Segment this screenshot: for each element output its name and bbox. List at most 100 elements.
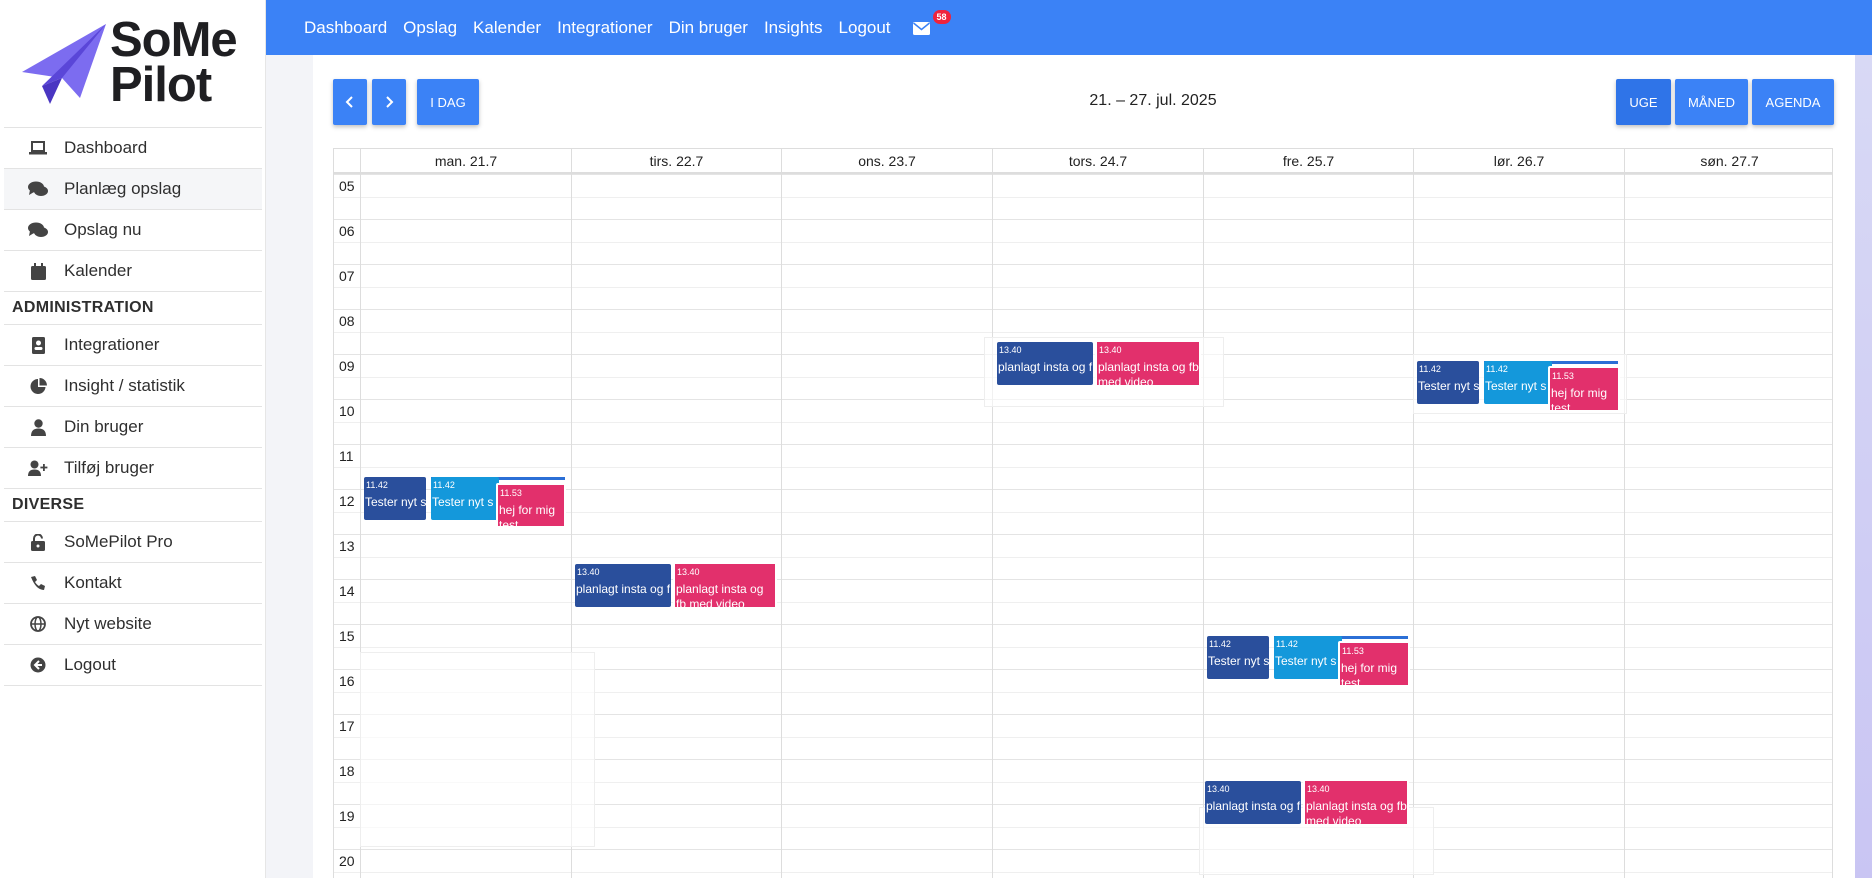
grid-line (334, 556, 1832, 558)
grid-line (334, 601, 1832, 603)
event[interactable]: 13.40 planlagt insta og fb med video (673, 562, 777, 609)
chevron-right-icon (386, 96, 394, 108)
time-grid[interactable]: 05 06 07 08 09 10 11 12 13 14 15 16 17 1… (334, 174, 1832, 878)
sidebar-item-planlaeg-opslag[interactable]: Planlæg opslag (4, 168, 262, 209)
hour-label: 16 (339, 673, 355, 689)
sidebar-item-insight[interactable]: Insight / statistik (4, 365, 262, 406)
day-column-line (1413, 174, 1414, 878)
hour-label: 12 (339, 493, 355, 509)
day-header-thu[interactable]: tors. 24.7 (992, 149, 1203, 173)
sidebar-nav: Dashboard Planlæg opslag Opslag nu Kalen… (4, 127, 262, 686)
hour-label: 06 (339, 223, 355, 239)
day-column-line (1203, 174, 1204, 878)
topnav-insights[interactable]: Insights (764, 18, 823, 38)
sidebar-item-nyt-website[interactable]: Nyt website (4, 603, 262, 644)
grid-line (334, 309, 1832, 310)
event[interactable]: 13.40 planlagt insta og f (997, 342, 1093, 385)
day-header-wed[interactable]: ons. 23.7 (781, 149, 992, 173)
sidebar-item-label: Logout (64, 655, 116, 674)
sidebar-item-opslag-nu[interactable]: Opslag nu (4, 209, 262, 250)
sidebar-item-din-bruger[interactable]: Din bruger (4, 406, 262, 447)
brand-line1: SoMe (110, 13, 238, 67)
event[interactable]: 11.53 hej for mig test (1548, 366, 1620, 412)
event[interactable]: 11.53 hej for mig test (496, 483, 566, 528)
section-diverse: DIVERSE (4, 488, 262, 521)
grid-line (334, 624, 1832, 625)
mail-badge: 58 (932, 9, 951, 24)
comments-icon (27, 221, 49, 239)
mail-button[interactable]: 58 (912, 9, 951, 36)
top-navbar: Dashboard Opslag Kalender Integrationer … (266, 0, 1872, 55)
pie-chart-icon (27, 377, 49, 395)
topnav-dashboard[interactable]: Dashboard (304, 18, 387, 38)
hour-label: 18 (339, 763, 355, 779)
event[interactable]: 11.42 Tester nyt s (1274, 636, 1342, 679)
event[interactable]: 13.40 planlagt insta og f (575, 564, 671, 607)
prev-button[interactable] (333, 79, 367, 125)
sidebar-item-logout[interactable]: Logout (4, 644, 262, 685)
event[interactable]: 13.40 planlagt insta og fb med video (1095, 340, 1201, 387)
section-administration: ADMINISTRATION (4, 291, 262, 324)
topnav-integrationer[interactable]: Integrationer (557, 18, 652, 38)
date-range-title: 21. – 27. jul. 2025 (1089, 92, 1217, 109)
arrow-left-circle-icon (27, 656, 49, 674)
grid-line (334, 219, 1832, 220)
event[interactable]: 11.42 Tester nyt s (1417, 361, 1479, 404)
event[interactable]: 11.42 Tester nyt s (1207, 636, 1269, 679)
calendar-icon (27, 262, 49, 280)
comments-icon (27, 180, 49, 198)
grid-line (334, 421, 1832, 423)
hour-label: 14 (339, 583, 355, 599)
right-gradient-strip (1855, 55, 1872, 878)
hour-label: 08 (339, 313, 355, 329)
sidebar-item-tilfoej-bruger[interactable]: Tilføj bruger (4, 447, 262, 488)
topnav-opslag[interactable]: Opslag (403, 18, 457, 38)
sidebar-item-label: Insight / statistik (64, 376, 185, 395)
topnav-logout[interactable]: Logout (839, 18, 891, 38)
user-plus-icon (27, 459, 49, 477)
event[interactable]: 13.40 planlagt insta og fb med video (1303, 779, 1409, 826)
sidebar-item-integrationer[interactable]: Integrationer (4, 324, 262, 365)
day-header-sun[interactable]: søn. 27.7 (1624, 149, 1832, 173)
event[interactable]: 11.53 hej for mig test (1338, 641, 1410, 687)
sidebar-item-kalender[interactable]: Kalender (4, 250, 262, 291)
day-header-mon[interactable]: man. 21.7 (360, 149, 571, 173)
grid-line (334, 286, 1832, 288)
event[interactable]: 11.42 Tester nyt s (431, 477, 499, 520)
sidebar-item-somepilot-pro[interactable]: SoMePilot Pro (4, 521, 262, 562)
day-column-line (781, 174, 782, 878)
grid-line (334, 174, 1832, 175)
hour-label: 13 (339, 538, 355, 554)
paper-plane-logo-icon (22, 24, 106, 104)
envelope-icon (912, 21, 930, 35)
phone-icon (27, 574, 49, 592)
sidebar-item-label: Kontakt (64, 573, 122, 592)
view-week-button[interactable]: UGE (1616, 79, 1671, 125)
grid-line (334, 534, 1832, 535)
sidebar-item-label: Tilføj bruger (64, 458, 155, 477)
event[interactable]: 11.42 Tester nyt s (1484, 361, 1552, 404)
sidebar-item-label: Kalender (64, 261, 133, 280)
sidebar-item-dashboard[interactable]: Dashboard (4, 127, 262, 168)
sidebar-item-label: Planlæg opslag (64, 179, 182, 198)
day-column-line (1624, 174, 1625, 878)
sidebar-item-kontakt[interactable]: Kontakt (4, 562, 262, 603)
hour-label: 10 (339, 403, 355, 419)
event[interactable]: 13.40 planlagt insta og f (1205, 781, 1301, 824)
day-header-row: man. 21.7 tirs. 22.7 ons. 23.7 tors. 24.… (334, 148, 1832, 174)
today-button[interactable]: I DAG (417, 79, 479, 125)
day-header-fri[interactable]: fre. 25.7 (1203, 149, 1413, 173)
day-header-sat[interactable]: lør. 26.7 (1413, 149, 1624, 173)
grid-line (334, 646, 1832, 648)
view-month-button[interactable]: MÅNED (1675, 79, 1748, 125)
day-header-tue[interactable]: tirs. 22.7 (571, 149, 781, 173)
topnav-din-bruger[interactable]: Din bruger (669, 18, 748, 38)
topnav-kalender[interactable]: Kalender (473, 18, 541, 38)
view-agenda-button[interactable]: AGENDA (1752, 79, 1834, 125)
sidebar: SoMe Pilot Dashboard Planlæg opslag Opsl… (0, 0, 266, 878)
grid-line (334, 264, 1832, 265)
hour-label: 20 (339, 853, 355, 869)
event[interactable]: 11.42 Tester nyt s (364, 477, 426, 520)
logo[interactable]: SoMe Pilot (22, 13, 252, 110)
next-button[interactable] (372, 79, 406, 125)
